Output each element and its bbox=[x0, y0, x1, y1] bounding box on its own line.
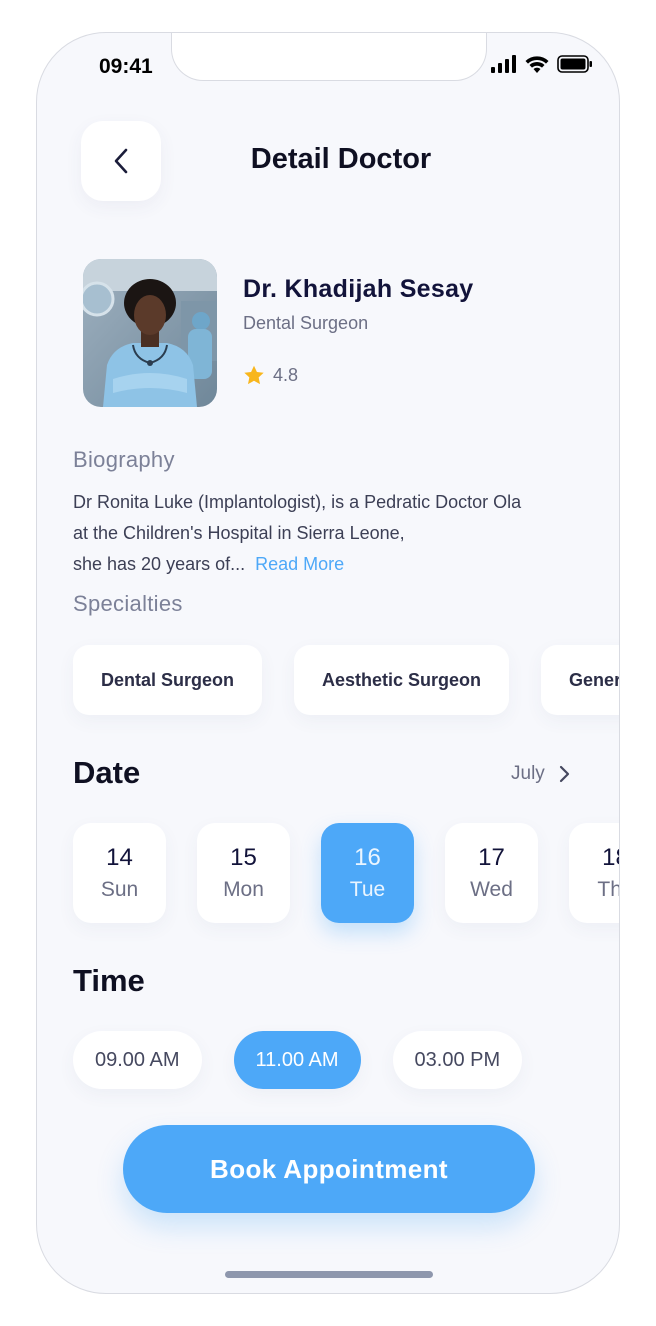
biography-line: at the Children's Hospital in Sierra Leo… bbox=[73, 523, 405, 543]
date-card[interactable]: 14 Sun bbox=[73, 823, 166, 923]
date-card-selected[interactable]: 16 Tue bbox=[321, 823, 414, 923]
date-day: Wed bbox=[470, 878, 513, 901]
book-appointment-button[interactable]: Book Appointment bbox=[123, 1125, 535, 1213]
date-card[interactable]: 18 Thu bbox=[569, 823, 619, 923]
date-number: 14 bbox=[106, 844, 133, 871]
date-day: Sun bbox=[100, 878, 139, 901]
time-title: Time bbox=[73, 963, 145, 998]
phone-frame: 09:41 Detail Doctor Dr. Khadijah Sesay D… bbox=[36, 32, 620, 1294]
star-icon bbox=[244, 365, 264, 385]
date-card[interactable]: 15 Mon bbox=[197, 823, 290, 923]
specialties-list: Dental Surgeon Aesthetic Surgeon General bbox=[73, 645, 619, 715]
date-number: 18 bbox=[602, 844, 619, 871]
signal-icon bbox=[491, 55, 516, 73]
specialty-chip[interactable]: Dental Surgeon bbox=[73, 645, 263, 715]
specialties-label: Specialties bbox=[73, 591, 183, 616]
status-time: 09:41 bbox=[99, 55, 153, 78]
read-more-link[interactable]: Read More bbox=[255, 554, 344, 574]
date-number: 17 bbox=[478, 844, 505, 871]
date-list: 14 Sun 15 Mon 16 Tue 17 Wed 18 Thu bbox=[73, 823, 619, 923]
chevron-right-icon bbox=[559, 765, 569, 783]
specialty-chip[interactable]: General bbox=[541, 645, 619, 715]
rating-value: 4.8 bbox=[273, 365, 299, 385]
date-day: Tue bbox=[349, 878, 386, 901]
time-slot-selected[interactable]: 11.00 AM bbox=[233, 1031, 361, 1089]
wifi-icon bbox=[525, 56, 549, 73]
time-slot[interactable]: 03.00 PM bbox=[392, 1031, 523, 1089]
time-slot[interactable]: 09.00 AM bbox=[73, 1031, 202, 1089]
page-title: Detail Doctor bbox=[250, 143, 432, 175]
doctor-name: Dr. Khadijah Sesay bbox=[243, 275, 474, 303]
biography-line: Dr Ronita Luke (Implantologist), is a Pe… bbox=[73, 492, 522, 512]
status-icons bbox=[491, 55, 593, 73]
date-number: 16 bbox=[354, 844, 381, 871]
doctor-rating: 4.8 bbox=[243, 365, 298, 386]
month-label: July bbox=[511, 763, 545, 784]
time-slot-list: 09.00 AM 11.00 AM 03.00 PM bbox=[73, 1031, 523, 1089]
home-indicator bbox=[225, 1271, 433, 1278]
battery-icon bbox=[557, 55, 592, 73]
date-day: Mon bbox=[223, 878, 264, 901]
biography-line: she has 20 years of... bbox=[73, 554, 246, 574]
date-title: Date bbox=[73, 755, 141, 790]
month-selector[interactable]: July bbox=[511, 763, 570, 785]
doctor-specialty: Dental Surgeon bbox=[243, 313, 369, 333]
doctor-avatar bbox=[83, 259, 217, 407]
biography-text: Dr Ronita Luke (Implantologist), is a Pe… bbox=[73, 487, 619, 580]
date-card[interactable]: 17 Wed bbox=[445, 823, 538, 923]
date-number: 15 bbox=[230, 844, 257, 871]
biography-label: Biography bbox=[73, 447, 175, 472]
specialty-chip[interactable]: Aesthetic Surgeon bbox=[294, 645, 510, 715]
date-day: Thu bbox=[597, 878, 619, 901]
notch bbox=[171, 33, 487, 81]
